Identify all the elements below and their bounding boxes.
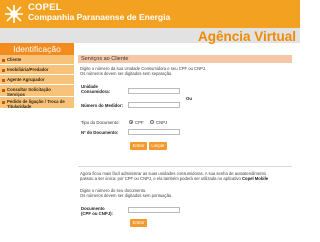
enter-button[interactable]: Entrar [130, 142, 147, 150]
cpf-option-label: CPF [135, 120, 144, 125]
sidebar-item-agente[interactable]: Agente Agrupador [0, 75, 74, 85]
sidebar-item-label: Imobiliária/Predador [7, 67, 49, 72]
brand-subtitle: Companhia Paranaense de Energia [28, 12, 171, 22]
document-input[interactable] [128, 207, 180, 213]
hint-text-2: Os números devem ser digitados sem pontu… [80, 193, 173, 198]
bullet-icon [2, 79, 5, 82]
page-title: Agência Virtual [197, 29, 296, 44]
bullet-icon [2, 101, 5, 104]
clear-button[interactable]: Limpar [149, 142, 167, 150]
section-divider [78, 166, 292, 167]
bullet-icon [2, 69, 5, 72]
section-title: Serviços ao Cliente [81, 56, 129, 62]
or-label: Ou [186, 96, 192, 101]
copel-logo-icon [5, 5, 23, 23]
sidebar-item-label: Consultar Solicitação Serviços [7, 87, 51, 97]
cpf-radio[interactable] [129, 120, 133, 124]
doc-label-2: (CPF ou CNPJ): [81, 211, 113, 216]
info-text-2: passou a ser única: por CPF ou CNPJ, e e… [80, 176, 294, 181]
uc-label: Unidade Consumidora: [81, 84, 111, 94]
sidebar-item-cliente[interactable]: Cliente [0, 55, 74, 65]
document-enter-button[interactable]: Entrar [130, 219, 147, 227]
app-name-link[interactable]: Copel Mobile [242, 176, 268, 181]
bullet-icon [2, 59, 5, 62]
sidebar-item-label: Pedido de ligação / Troca de Titularidad… [7, 99, 65, 109]
sidebar-item-consultar[interactable]: Consultar Solicitação Serviços [0, 85, 74, 97]
doc-number-input[interactable] [128, 129, 180, 135]
cnpj-option-label: CNPJ [156, 120, 168, 125]
doc-type-label: Tipo do Documento: [81, 120, 120, 125]
sidebar-title: Identificação [0, 43, 74, 55]
sidebar-item-label: Cliente [7, 57, 22, 62]
sidebar-item-label: Agente Agrupador [7, 77, 45, 82]
bullet-icon [2, 89, 5, 92]
sidebar-item-pedido[interactable]: Pedido de ligação / Troca de Titularidad… [0, 97, 74, 109]
uc-input[interactable] [128, 88, 180, 94]
meter-label: Número do Medidor: [81, 103, 124, 108]
doc-number-label: Nº do Documento: [81, 130, 119, 135]
cnpj-radio[interactable] [150, 120, 154, 124]
intro-text-2: Os números devem ser digitados sem separ… [80, 71, 173, 76]
sidebar-item-imobiliaria[interactable]: Imobiliária/Predador [0, 65, 74, 75]
info-text-2-body: passou a ser única: por CPF ou CNPJ, e e… [80, 176, 241, 181]
meter-input[interactable] [128, 102, 180, 108]
